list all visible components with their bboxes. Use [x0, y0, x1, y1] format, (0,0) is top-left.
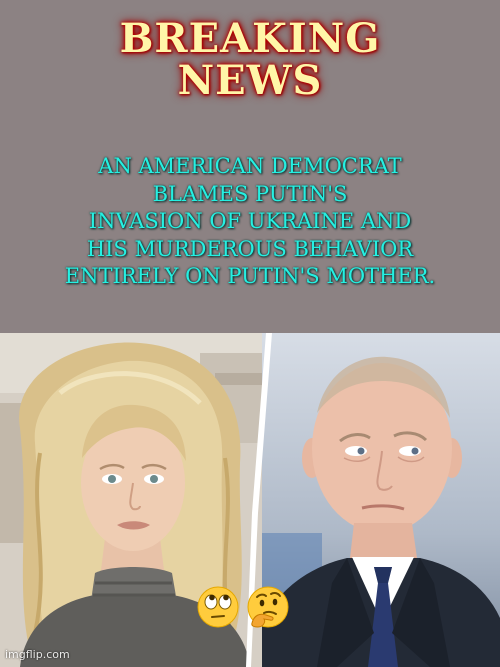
thinking-face-icon	[246, 585, 290, 629]
face-with-rolling-eyes-icon	[196, 585, 240, 629]
caption-text: AN AMERICAN DEMOCRAT BLAMES PUTIN'S INVA…	[14, 153, 486, 291]
caption-panel: BREAKING NEWS AN AMERICAN DEMOCRAT BLAME…	[0, 0, 500, 333]
breaking-news-headline: BREAKING NEWS	[0, 18, 500, 102]
caption-line-1: AN AMERICAN DEMOCRAT	[98, 154, 402, 178]
headline-line-2: NEWS	[177, 57, 323, 104]
imgflip-watermark: imgflip.com	[5, 648, 70, 661]
reaction-emojis	[196, 585, 290, 635]
caption-line-5: ENTIRELY ON PUTIN'S MOTHER.	[64, 264, 436, 288]
headline-line-1: BREAKING	[119, 15, 381, 62]
caption-line-2: BLAMES PUTIN'S	[152, 181, 348, 206]
caption-line-3: INVASION OF UKRAINE AND	[88, 209, 412, 233]
caption-line-4: HIS MURDEROUS BEHAVIOR	[86, 236, 414, 261]
man-photo	[262, 333, 500, 667]
meme-image: BREAKING NEWS AN AMERICAN DEMOCRAT BLAME…	[0, 0, 500, 667]
